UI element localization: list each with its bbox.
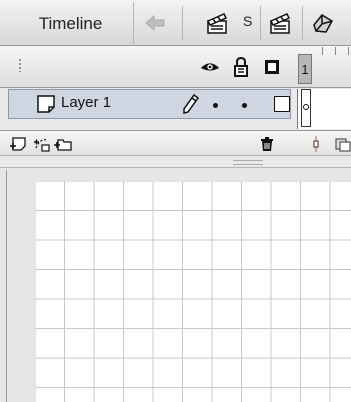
layer-tools-row — [0, 130, 351, 156]
onion-skin-icon[interactable] — [334, 136, 351, 152]
scene-label[interactable]: S — [243, 13, 252, 29]
toolbar-separator — [260, 6, 261, 40]
outline-toggle[interactable] — [274, 96, 290, 112]
insert-layer-icon[interactable] — [9, 136, 27, 152]
ruler-tick — [348, 47, 349, 55]
layer-row[interactable]: Layer 1 — [8, 89, 291, 119]
visibility-dot[interactable] — [213, 103, 218, 108]
add-motion-guide-icon[interactable] — [34, 136, 52, 152]
back-arrow-icon[interactable] — [142, 10, 168, 36]
snap-icon[interactable] — [310, 10, 336, 36]
stage-grid[interactable] — [35, 181, 351, 402]
timeline-window: Timeline S 1 Layer 1 — [0, 0, 351, 402]
pencil-icon — [183, 94, 200, 114]
edit-symbol-icon[interactable] — [268, 10, 294, 36]
toolbar-separator — [302, 6, 303, 40]
grid-lines — [35, 181, 351, 402]
panel-divider-handle[interactable] — [233, 160, 263, 165]
lock-dot[interactable] — [242, 103, 247, 108]
ruler-tick — [322, 47, 323, 55]
timeline-tab[interactable]: Timeline — [8, 2, 134, 46]
layer-page-icon — [37, 95, 55, 113]
trash-icon[interactable] — [258, 136, 276, 152]
frame-number-label: 1 — [301, 61, 309, 77]
eye-icon[interactable] — [200, 57, 220, 77]
insert-layer-folder-icon[interactable] — [54, 136, 72, 152]
keyframe-dot — [303, 104, 309, 110]
edit-scene-icon[interactable] — [205, 10, 231, 36]
lock-icon[interactable] — [231, 57, 251, 77]
panel-grip-icon[interactable] — [18, 58, 22, 72]
timeline-tabbar: Timeline S — [0, 0, 351, 46]
outline-icon[interactable] — [262, 57, 282, 77]
ruler-tick — [335, 47, 336, 55]
layer-name[interactable]: Layer 1 — [61, 94, 111, 111]
stage-border — [6, 170, 7, 402]
center-frame-icon[interactable] — [307, 136, 325, 152]
timeline-tab-label: Timeline — [38, 14, 103, 33]
toolbar-separator — [182, 6, 183, 40]
